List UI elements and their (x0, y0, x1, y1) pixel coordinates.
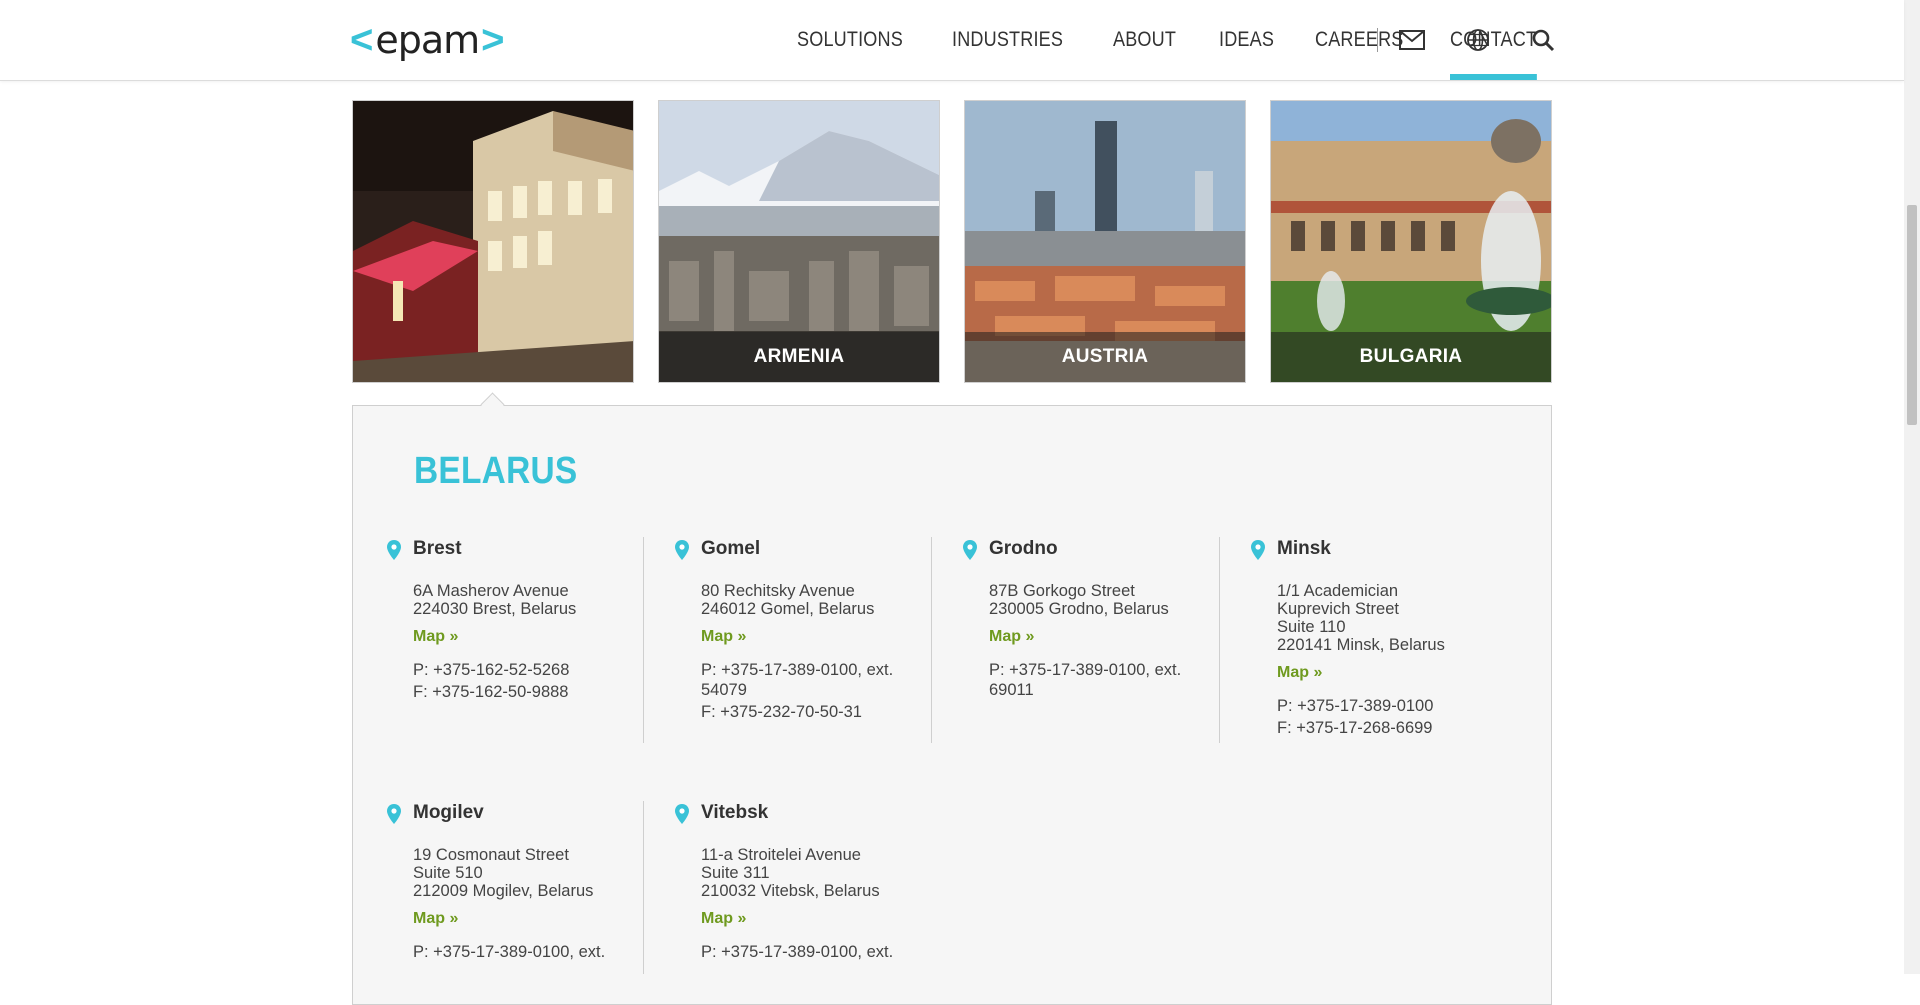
office-contact: P: +375-17-389-0100, ext. 69011 (989, 661, 1182, 699)
tile-caption: AUSTRIA (965, 332, 1245, 382)
country-tile-bulgaria[interactable]: BULGARIA (1270, 100, 1552, 383)
office-contact: P: +375-17-389-0100, ext. (701, 943, 894, 961)
country-tile-belarus[interactable] (352, 100, 634, 383)
map-link[interactable]: Map » (701, 910, 746, 928)
office-name: Brest (413, 538, 462, 559)
nav-ideas[interactable]: IDEAS (1219, 0, 1274, 80)
column-divider (643, 537, 644, 743)
nav-divider (1377, 28, 1378, 52)
office-contact: P: +375-162-52-5268 F: +375-162-50-9888 (413, 661, 570, 701)
map-link[interactable]: Map » (1277, 664, 1322, 682)
column-divider (1219, 537, 1220, 743)
tile-caption: ARMENIA (659, 332, 939, 382)
country-title: BELARUS (414, 450, 578, 492)
column-divider (643, 801, 644, 974)
office-name: Gomel (701, 538, 761, 559)
office-name: Vitebsk (701, 802, 769, 823)
office-contact: P: +375-17-389-0100 F: +375-17-268-6699 (1277, 697, 1434, 737)
location-pin-icon (387, 804, 401, 824)
page-scrollbar[interactable] (1904, 0, 1920, 974)
location-pin-icon (675, 540, 689, 560)
belarus-photo (353, 101, 633, 382)
office-mogilev: Mogilev 19 Cosmonaut Street Suite 510 21… (387, 802, 653, 964)
mail-icon[interactable] (1396, 24, 1428, 56)
nav-careers[interactable]: CAREERS (1315, 0, 1404, 80)
office-address: 6A Masherov Avenue 224030 Brest, Belarus (413, 582, 577, 618)
office-gomel: Gomel 80 Rechitsky Avenue 246012 Gomel, … (675, 538, 941, 724)
map-link[interactable]: Map » (413, 628, 458, 646)
globe-icon[interactable] (1462, 24, 1494, 56)
nav-solutions[interactable]: SOLUTIONS (797, 0, 903, 80)
office-address: 1/1 Academician Kuprevich Street Suite 1… (1277, 582, 1445, 654)
nav-industries[interactable]: INDUSTRIES (952, 0, 1063, 80)
site-header: < epam > SOLUTIONS INDUSTRIES ABOUT IDEA… (0, 0, 1904, 81)
location-pin-icon (1251, 540, 1265, 560)
map-link[interactable]: Map » (989, 628, 1034, 646)
search-icon[interactable] (1527, 24, 1559, 56)
office-address: 87B Gorkogo Street 230005 Grodno, Belaru… (989, 582, 1169, 618)
tile-caption: BULGARIA (1271, 332, 1551, 382)
scrollbar-thumb[interactable] (1907, 205, 1917, 425)
office-grodno: Grodno 87B Gorkogo Street 230005 Grodno,… (963, 538, 1229, 702)
office-address: 19 Cosmonaut Street Suite 510 212009 Mog… (413, 846, 594, 900)
office-name: Grodno (989, 538, 1058, 559)
office-name: Mogilev (413, 802, 484, 823)
nav-about[interactable]: ABOUT (1113, 0, 1176, 80)
country-tile-austria[interactable]: AUSTRIA (964, 100, 1246, 383)
column-divider (931, 537, 932, 743)
country-tile-armenia[interactable]: ARMENIA (658, 100, 940, 383)
office-address: 11-a Stroitelei Avenue Suite 311 210032 … (701, 846, 880, 900)
office-address: 80 Rechitsky Avenue 246012 Gomel, Belaru… (701, 582, 875, 618)
location-pin-icon (963, 540, 977, 560)
office-contact: P: +375-17-389-0100, ext. 54079 F: +375-… (701, 661, 894, 721)
map-link[interactable]: Map » (701, 628, 746, 646)
location-pin-icon (675, 804, 689, 824)
epam-logo[interactable]: < epam > (350, 18, 505, 62)
office-contact: P: +375-17-389-0100, ext. (413, 943, 606, 961)
office-name: Minsk (1277, 538, 1331, 559)
map-link[interactable]: Map » (413, 910, 458, 928)
office-brest: Brest 6A Masherov Avenue 224030 Brest, B… (387, 538, 653, 704)
office-minsk: Minsk 1/1 Academician Kuprevich Street S… (1251, 538, 1517, 740)
office-vitebsk: Vitebsk 11-a Stroitelei Avenue Suite 311… (675, 802, 941, 964)
location-pin-icon (387, 540, 401, 560)
